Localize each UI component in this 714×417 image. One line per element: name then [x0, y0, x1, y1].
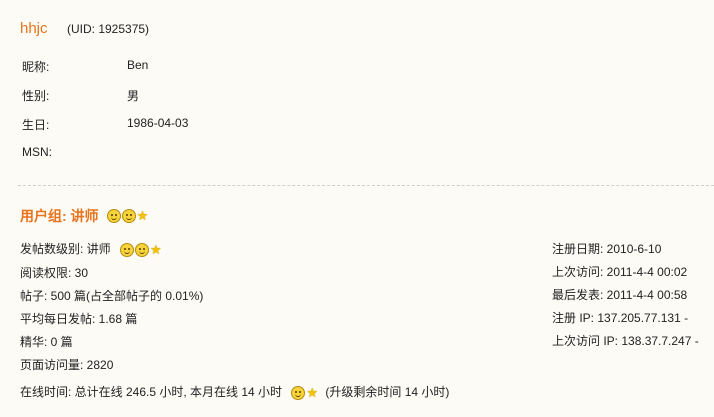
smiley-icon — [106, 209, 121, 223]
post-level-icons: ★ — [120, 241, 162, 257]
daily-posts: 平均每日发帖: 1.68 篇 — [20, 312, 138, 326]
register-date: 注册日期: 2010-6-10 — [552, 242, 662, 256]
nickname-label: 昵称: — [22, 60, 50, 74]
gender-value: 男 — [127, 89, 140, 103]
nickname-value: Ben — [127, 58, 149, 72]
username[interactable]: hhjc — [20, 20, 48, 37]
smiley-icon — [121, 209, 136, 223]
birthday-value: 1986-04-03 — [127, 116, 189, 130]
digest-count: 精华: 0 篇 — [20, 335, 73, 349]
online-time-row: 在线时间: 总计在线 246.5 小时, 本月在线 14 小时 ★ (升级剩余时… — [20, 383, 449, 400]
post-count: 帖子: 500 篇(占全部帖子的 0.01%) — [20, 289, 204, 303]
online-time: 在线时间: 总计在线 246.5 小时, 本月在线 14 小时 — [20, 385, 283, 399]
star-icon: ★ — [136, 208, 149, 223]
section-divider — [18, 185, 714, 186]
rank-icons: ★ — [106, 208, 149, 223]
last-post: 最后发表: 2011-4-4 00:58 — [552, 288, 688, 302]
upgrade-remaining: (升级剩余时间 14 小时) — [325, 385, 450, 399]
last-visit-ip: 上次访问 IP: 138.37.7.247 - — [552, 334, 699, 348]
smiley-icon — [291, 385, 306, 400]
online-rank-icons: ★ — [291, 384, 319, 400]
page-views: 页面访问量: 2820 — [20, 358, 114, 372]
read-permission: 阅读权限: 30 — [20, 266, 89, 280]
last-visit: 上次访问: 2011-4-4 00:02 — [552, 265, 688, 279]
msn-label: MSN: — [22, 145, 52, 159]
post-level-row: 发帖数级别: 讲师 ★ — [20, 240, 162, 257]
birthday-label: 生日: — [22, 118, 50, 132]
star-icon: ★ — [150, 241, 162, 257]
user-group-title: 用户组: 讲师 ★ — [20, 206, 148, 226]
smiley-icon — [135, 242, 150, 257]
uid-label: (UID: 1925375) — [67, 22, 150, 36]
smiley-icon — [120, 242, 135, 257]
star-icon: ★ — [306, 384, 319, 400]
register-ip: 注册 IP: 137.205.77.131 - — [552, 311, 689, 325]
user-group-label: 用户组: 讲师 — [20, 208, 99, 224]
gender-label: 性别: — [22, 89, 50, 103]
post-level: 发帖数级别: 讲师 — [20, 242, 111, 256]
